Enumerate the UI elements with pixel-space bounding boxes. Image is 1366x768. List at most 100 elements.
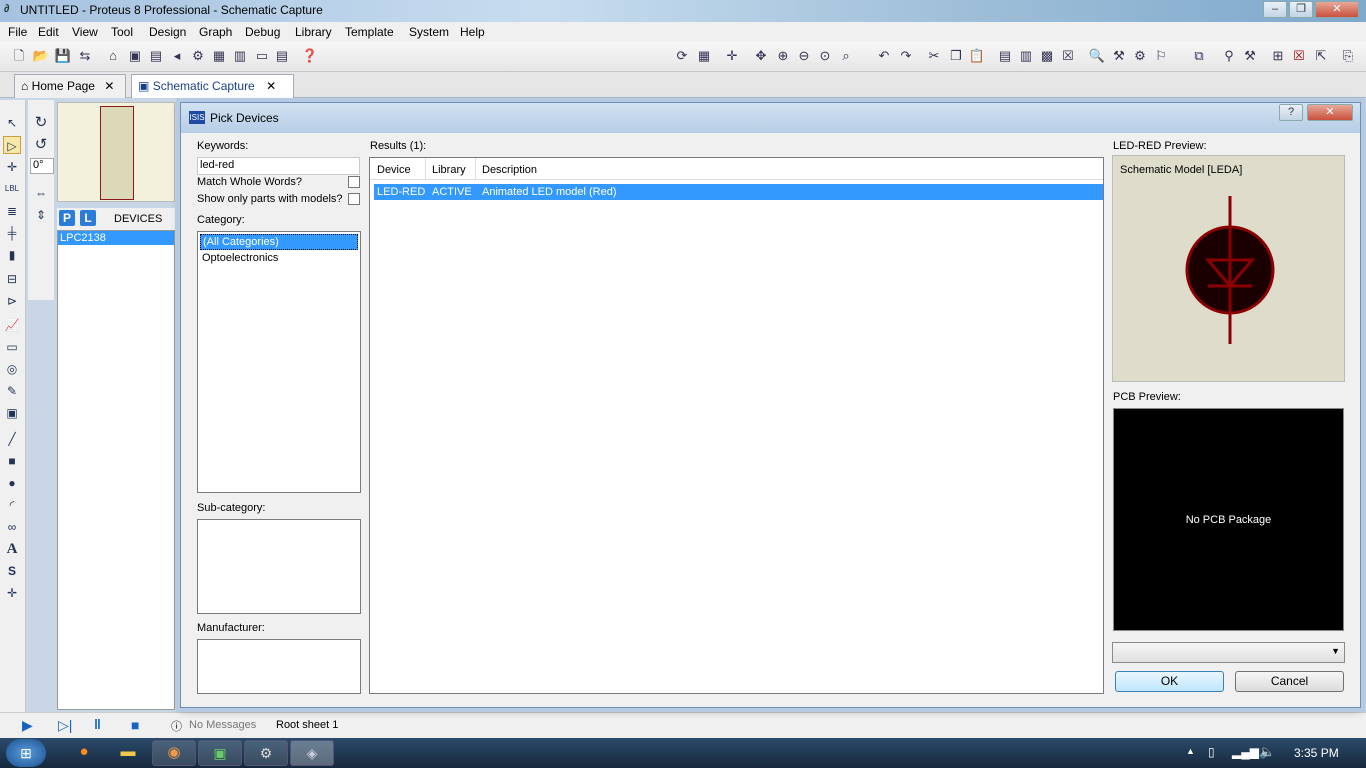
mirror-horizontal-icon[interactable]: ⇔ xyxy=(32,184,50,202)
refresh-icon[interactable]: ⟳ xyxy=(672,46,692,66)
block-rotate-icon[interactable]: ▩ xyxy=(1037,46,1057,66)
show-only-models-checkbox[interactable] xyxy=(348,193,360,205)
clock[interactable]: 3:35 PM xyxy=(1294,746,1339,760)
marker-icon[interactable]: ✛ xyxy=(3,584,21,602)
home-icon[interactable]: ⌂ xyxy=(103,46,123,66)
menu-help[interactable]: Help xyxy=(460,25,485,39)
folder-icon[interactable]: ▬ xyxy=(110,743,146,765)
match-whole-words-checkbox[interactable] xyxy=(348,176,360,188)
new-sheet-icon[interactable]: ⊞ xyxy=(1268,46,1288,66)
menu-tool[interactable]: Tool xyxy=(111,25,133,39)
arc-icon[interactable]: ◜ xyxy=(3,496,21,514)
cut-icon[interactable]: ✂ xyxy=(924,46,944,66)
ok-button[interactable]: OK xyxy=(1115,671,1224,692)
packaging-tool-icon[interactable]: ⚙ xyxy=(1130,46,1150,66)
zoom-in-icon[interactable]: ⊕ xyxy=(773,46,793,66)
design-explorer-icon[interactable]: ▭ xyxy=(252,46,272,66)
library-manager-button[interactable]: L xyxy=(80,210,96,226)
symbol-icon[interactable]: S xyxy=(3,562,21,580)
proteus-taskbar-icon[interactable]: ⚙ xyxy=(244,740,288,766)
close-icon[interactable]: ✕ xyxy=(266,79,276,93)
block-move-icon[interactable]: ▥ xyxy=(1016,46,1036,66)
isis-taskbar-icon[interactable]: ◈ xyxy=(290,740,334,766)
close-icon[interactable]: ✕ xyxy=(104,79,114,93)
keywords-input[interactable]: led-red xyxy=(197,157,360,175)
column-header-device[interactable]: Device xyxy=(377,164,411,176)
undo-icon[interactable]: ↶ xyxy=(874,46,894,66)
text-script-icon[interactable]: ≣ xyxy=(3,202,21,220)
exit-to-parent-icon[interactable]: ⇱ xyxy=(1311,46,1331,66)
pan-icon[interactable]: ✥ xyxy=(751,46,771,66)
search-tag-icon[interactable]: ⚲ xyxy=(1219,46,1239,66)
mirror-vertical-icon[interactable]: ⇕ xyxy=(32,206,50,224)
show-hidden-icons-icon[interactable]: ▲ xyxy=(1186,746,1195,756)
circle-icon[interactable]: ● xyxy=(3,474,21,492)
text-icon[interactable]: A xyxy=(3,540,21,558)
save-icon[interactable]: 💾 xyxy=(53,46,73,66)
start-button[interactable]: ⊞ xyxy=(6,739,46,767)
tape-recorder-icon[interactable]: ▭ xyxy=(3,338,21,356)
menu-template[interactable]: Template xyxy=(345,25,394,39)
zoom-area-icon[interactable]: ⌕ xyxy=(836,46,856,66)
junction-dot-icon[interactable]: ✛ xyxy=(3,158,21,176)
stop-icon[interactable]: ■ xyxy=(131,717,139,733)
tab-schematic-capture[interactable]: ▣ Schematic Capture ✕ xyxy=(131,74,294,98)
redo-icon[interactable]: ↷ xyxy=(896,46,916,66)
menu-edit[interactable]: Edit xyxy=(38,25,59,39)
volume-icon[interactable]: 🔈 xyxy=(1259,744,1275,760)
zoom-all-icon[interactable]: ⊙ xyxy=(815,46,835,66)
list-item[interactable]: Optoelectronics xyxy=(198,252,360,264)
rotate-anticlockwise-icon[interactable]: ↺ xyxy=(32,136,50,154)
menu-design[interactable]: Design xyxy=(149,25,186,39)
step-icon[interactable]: ▷| xyxy=(58,717,72,734)
virtual-instruments-icon[interactable]: ▣ xyxy=(3,404,21,422)
new-file-icon[interactable]: 🗋 xyxy=(9,46,29,66)
terminals-icon[interactable]: ⊟ xyxy=(3,270,21,288)
rotation-angle-field[interactable]: 0° xyxy=(30,158,54,174)
remove-sheet-icon[interactable]: ☒ xyxy=(1289,46,1309,66)
help-icon[interactable]: ❓ xyxy=(300,46,320,66)
source-code-icon[interactable]: ▥ xyxy=(230,46,250,66)
path-icon[interactable]: ∞ xyxy=(3,518,21,536)
menu-debug[interactable]: Debug xyxy=(245,25,280,39)
menu-file[interactable]: File xyxy=(8,25,27,39)
overview-window[interactable] xyxy=(57,102,175,202)
column-header-description[interactable]: Description xyxy=(482,164,537,176)
list-item[interactable]: LPC2138 xyxy=(58,231,174,245)
pick-device-icon[interactable]: 🔍 xyxy=(1087,46,1107,66)
menu-graph[interactable]: Graph xyxy=(199,25,232,39)
wire-label-icon[interactable]: LBL xyxy=(3,180,21,198)
gerber-icon[interactable]: ◂ xyxy=(167,46,187,66)
zoom-out-icon[interactable]: ⊖ xyxy=(794,46,814,66)
import-icon[interactable]: ⇆ xyxy=(75,46,95,66)
graph-icon[interactable]: 📈 xyxy=(3,316,21,334)
box-icon[interactable]: ■ xyxy=(3,452,21,470)
chrome-icon[interactable]: ◉ xyxy=(152,740,196,766)
subcategory-list[interactable] xyxy=(197,519,361,614)
origin-icon[interactable]: ✛ xyxy=(722,46,742,66)
copy-icon[interactable]: ❐ xyxy=(946,46,966,66)
network-icon[interactable]: ▂▄▆ xyxy=(1232,745,1259,759)
maximize-button[interactable]: ❐ xyxy=(1289,1,1313,18)
component-mode-icon[interactable]: ▷ xyxy=(3,136,21,154)
open-folder-icon[interactable]: 📂 xyxy=(31,46,51,66)
device-icon[interactable]: ▯ xyxy=(1208,745,1215,759)
menu-view[interactable]: View xyxy=(72,25,98,39)
schematic-icon[interactable]: ▣ xyxy=(125,46,145,66)
make-device-icon[interactable]: ⚒ xyxy=(1109,46,1129,66)
tab-home-page[interactable]: ⌂ Home Page ✕ xyxy=(14,74,126,98)
pick-from-libraries-button[interactable]: P xyxy=(59,210,75,226)
line-icon[interactable]: ╱ xyxy=(3,430,21,448)
help-button[interactable]: ? xyxy=(1279,104,1303,121)
generator-icon[interactable]: ◎ xyxy=(3,360,21,378)
bus-icon[interactable]: ╪ xyxy=(3,224,21,242)
list-item[interactable]: (All Categories) xyxy=(200,234,358,250)
block-copy-icon[interactable]: ▤ xyxy=(995,46,1015,66)
block-delete-icon[interactable]: ☒ xyxy=(1058,46,1078,66)
report-icon[interactable]: ▤ xyxy=(272,46,292,66)
pause-icon[interactable]: ‖ xyxy=(94,716,101,732)
rotate-clockwise-icon[interactable]: ↻ xyxy=(32,114,50,132)
bom-icon[interactable]: ▦ xyxy=(209,46,229,66)
winrar-icon[interactable]: ▣ xyxy=(198,740,242,766)
pcb-package-select[interactable]: ▼ xyxy=(1112,642,1345,663)
